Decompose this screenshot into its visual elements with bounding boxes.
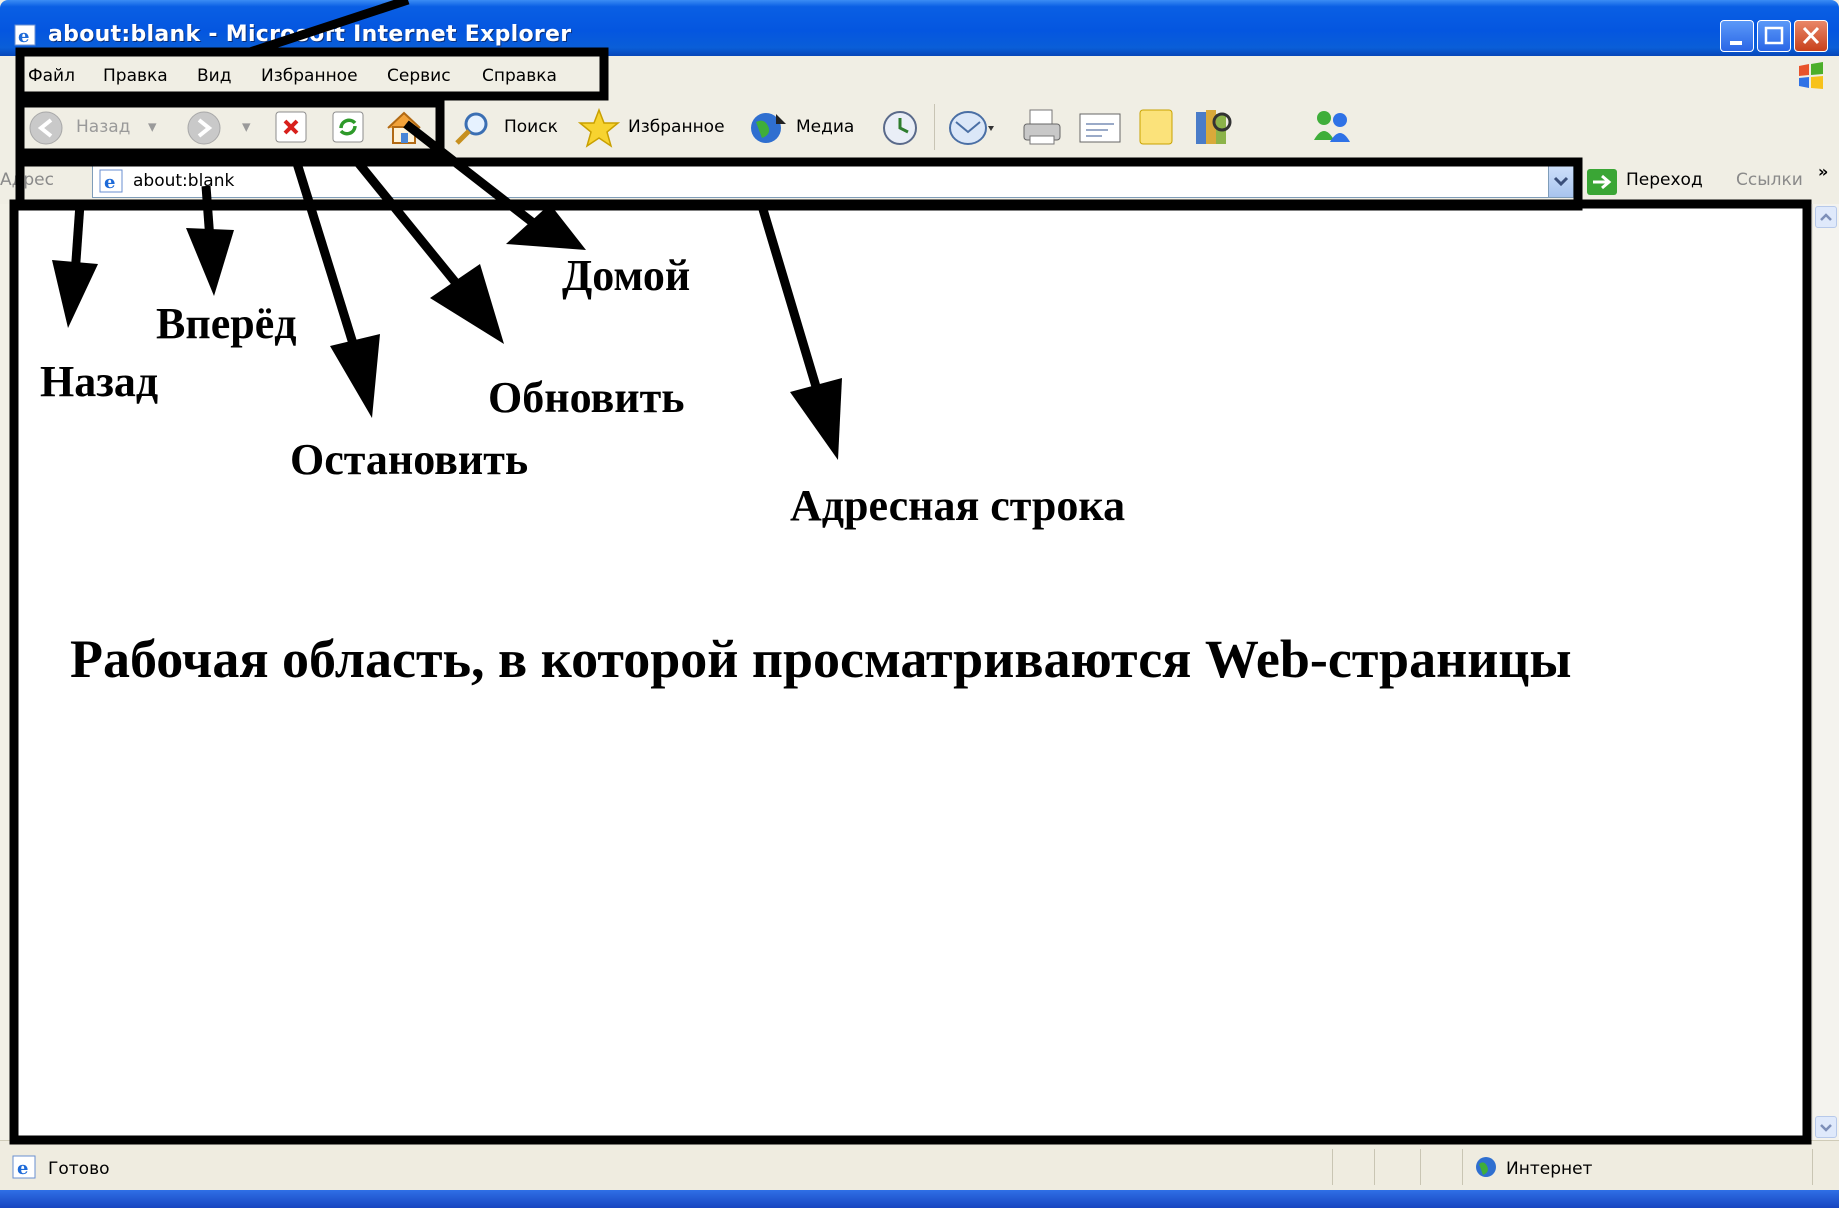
stop-arrowhead (330, 334, 380, 418)
annotation-refresh: Обновить (488, 373, 685, 422)
menu-bar-highlight (15, 47, 609, 101)
refresh-arrowhead (430, 264, 504, 344)
annotation-forward: Вперёд (156, 299, 297, 348)
annotation-overlay (9, 0, 1812, 1145)
address-arrowhead (790, 378, 842, 460)
forward-arrowhead (186, 228, 234, 296)
annotation-home: Домой (562, 251, 691, 300)
back-arrowhead (52, 260, 98, 328)
annotation-back: Назад (40, 357, 159, 406)
annotation-stop: Остановить (290, 435, 529, 484)
annotation-address-bar: Адресная строка (790, 481, 1126, 530)
stop-arrow-line (291, 158, 360, 352)
navigation-buttons-highlight (15, 98, 445, 158)
address-arrow-line (757, 204, 825, 402)
annotation-workspace: Рабочая область, в которой просматривают… (70, 629, 1572, 689)
refresh-arrow-line (352, 157, 464, 291)
address-bar-highlight (15, 157, 1583, 211)
menu-callout-arrow (248, 0, 410, 57)
